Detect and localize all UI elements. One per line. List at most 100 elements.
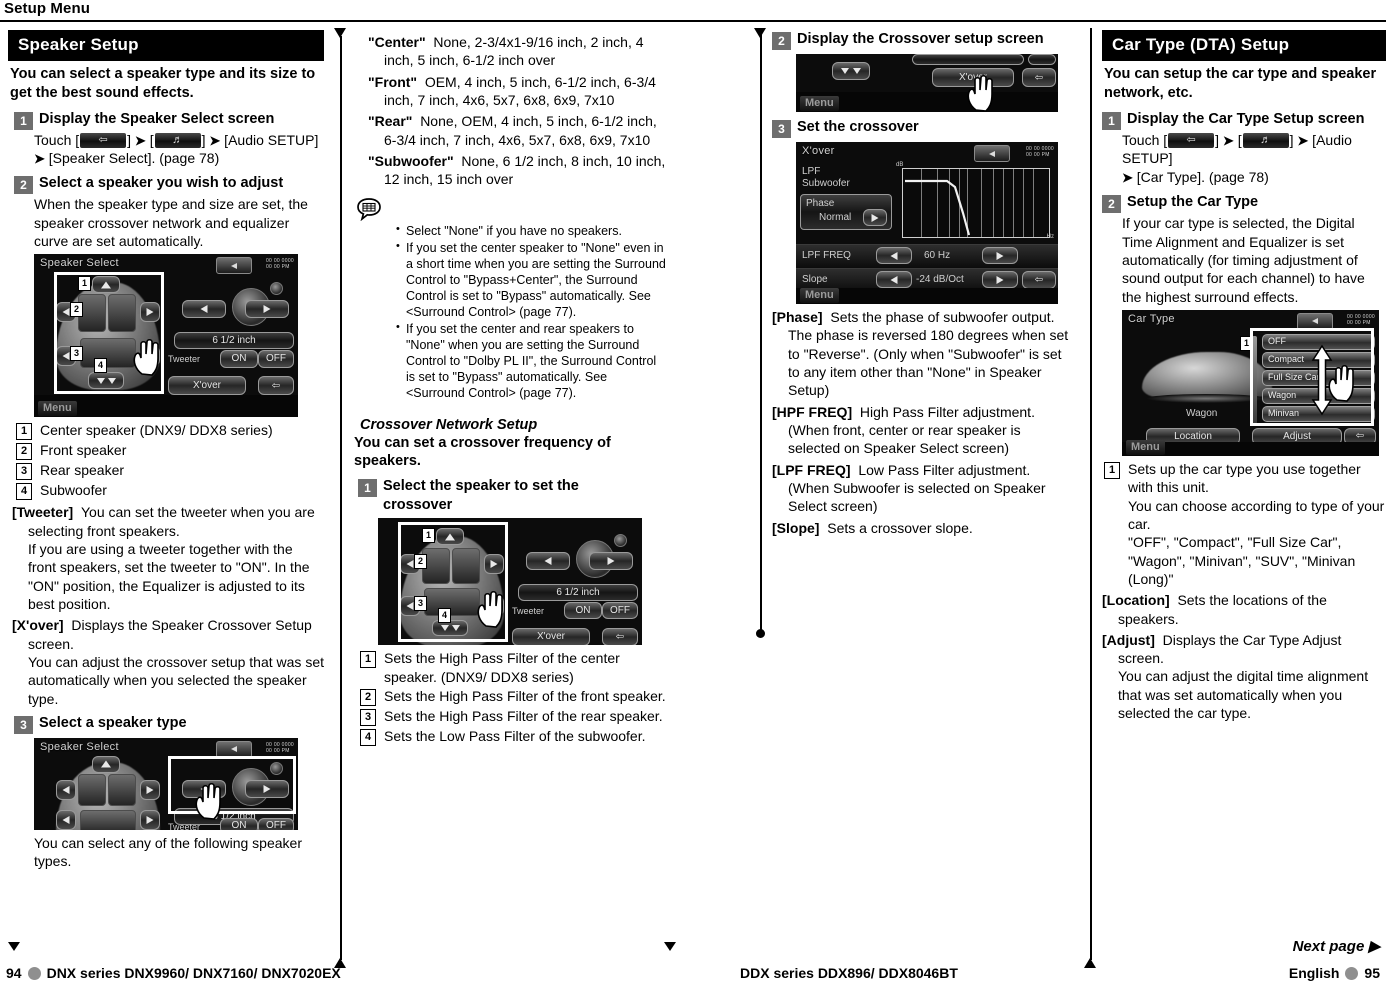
- callout-text: Center speaker (DNX9/ DDX8 series): [40, 422, 273, 439]
- screenshot-xover-entry: X'over ⇦ Menu: [796, 54, 1058, 112]
- status-strip: [1028, 54, 1056, 65]
- tweeter-illustration: [614, 534, 627, 548]
- chevron-right-icon: ➤: [1122, 170, 1133, 186]
- rear-speaker-left-button[interactable]: [56, 809, 76, 830]
- tweeter-label: Tweeter: [168, 821, 201, 830]
- section-intro-speaker-setup: You can select a speaker type and its si…: [10, 66, 316, 102]
- term-key: [Phase]: [772, 309, 823, 325]
- speaker-size-value: 6 1/2 inch: [518, 584, 638, 602]
- tweeter-label: Tweeter: [512, 606, 545, 617]
- list-item: 1 Sets up the car type you use together …: [1102, 460, 1386, 588]
- step-number: 2: [772, 32, 791, 50]
- step-2-body: When the speaker type and size are set, …: [34, 196, 308, 249]
- screenshot-car-type: Car Type 00 00 0000 00 00 PM Wagon OFF Co…: [1122, 309, 1379, 456]
- term-location: [Location] Sets the locations of the spe…: [1102, 591, 1386, 628]
- term-text: OEM, 4 inch, 5 inch, 6-1/2 inch, 6-3/4 i…: [384, 73, 656, 108]
- rear-speaker-right-button[interactable]: [140, 809, 160, 830]
- term-adjust: [Adjust] Displays the Car Type Adjust sc…: [1102, 631, 1386, 723]
- lpf-freq-value: 60 Hz: [924, 250, 951, 261]
- column-divider-b: [754, 28, 767, 638]
- front-speaker-right-button[interactable]: [140, 779, 160, 800]
- phase-control[interactable]: Phase Normal: [800, 194, 892, 230]
- car-type-value: Wagon: [1186, 407, 1218, 419]
- slope-decrease-button[interactable]: [876, 271, 912, 288]
- menu-button[interactable]: Menu: [38, 401, 77, 417]
- touch-prefix: Touch [: [34, 131, 80, 148]
- lpf-freq-label: LPF FREQ: [802, 250, 851, 261]
- list-item: 1 Sets the High Pass Filter of the cente…: [352, 649, 668, 686]
- step-number: 1: [358, 479, 377, 498]
- size-prev-button[interactable]: [182, 300, 226, 319]
- next-page-label: Next page ▶: [1292, 938, 1380, 955]
- step-number: 1: [1102, 111, 1121, 130]
- center-speaker-button[interactable]: [92, 755, 120, 773]
- tweeter-label: Tweeter: [168, 354, 201, 365]
- screen-return-button[interactable]: [216, 257, 252, 275]
- lpf-freq-increase-button[interactable]: [982, 247, 1018, 264]
- speaker-size-value: 6 1/2 inch: [174, 332, 294, 350]
- subwoofer-button[interactable]: [832, 62, 870, 80]
- size-prev-button[interactable]: [526, 552, 570, 571]
- audio-key-icon: ♬: [1242, 132, 1289, 148]
- back-button[interactable]: ⇦: [258, 376, 294, 396]
- menu-button[interactable]: Menu: [800, 96, 839, 111]
- screen-title: Speaker Select: [40, 257, 119, 270]
- column-car-type-setup: Car Type (DTA) Setup You can setup the c…: [1102, 30, 1386, 725]
- tweeter-off-button[interactable]: OFF: [258, 350, 294, 369]
- step-title: Setup the Car Type: [1127, 194, 1259, 211]
- step-number: 2: [14, 176, 33, 195]
- menu-button[interactable]: Menu: [800, 288, 839, 303]
- callout-number: 3: [16, 463, 32, 481]
- step-2-select-speaker: 2 Select a speaker you wish to adjust: [8, 174, 324, 195]
- step-title: Select a speaker type: [39, 714, 187, 731]
- phase-next-button[interactable]: [863, 209, 887, 226]
- column-speaker-setup: Speaker Setup You can select a speaker t…: [8, 30, 324, 873]
- list-item: 4 Subwoofer: [8, 481, 324, 501]
- slope-increase-button[interactable]: [982, 271, 1018, 288]
- callout-number: 3: [360, 709, 376, 727]
- size-next-button[interactable]: [245, 300, 289, 319]
- back-button[interactable]: ⇦: [602, 628, 638, 646]
- seat-front-right: [108, 773, 136, 806]
- callout-text: Sets the High Pass Filter of the center …: [384, 650, 620, 685]
- screenshot-speaker-select-crossover: 1 2 3 4 6 1/2 inch Tweeter ON OFF X'over…: [378, 518, 642, 646]
- axis-db-label: dB: [896, 162, 904, 168]
- term-key: [HPF FREQ]: [772, 403, 853, 420]
- step-2-display-crossover: 2 Display the Crossover setup screen: [772, 30, 1072, 50]
- xover-button[interactable]: X'over: [512, 628, 590, 646]
- page-dot-icon: [1345, 967, 1359, 980]
- step-number: 1: [14, 111, 33, 130]
- step-title: Display the Speaker Select screen: [39, 110, 275, 127]
- tweeter-on-button[interactable]: ON: [564, 602, 602, 620]
- back-button[interactable]: ⇦: [1022, 68, 1056, 87]
- hand-pointer-icon: [133, 339, 159, 377]
- screen-return-button[interactable]: [974, 145, 1010, 162]
- tweeter-on-button[interactable]: ON: [220, 350, 258, 369]
- list-item: 3 Rear speaker: [8, 461, 324, 481]
- callout-text-cont1: You can choose according to type of your…: [1128, 497, 1385, 532]
- axis-hz-label: Hz: [1046, 234, 1054, 240]
- xover-button[interactable]: X'over: [168, 376, 246, 396]
- term-text: Sets a crossover slope.: [827, 519, 973, 536]
- callout-number: 2: [16, 443, 32, 461]
- memo-bubble-icon: [356, 197, 382, 221]
- step-title: Select the speaker to set the crossover: [383, 478, 579, 513]
- term-xover: [X'over] Displays the Speaker Crossover …: [12, 616, 324, 708]
- size-strip: [912, 54, 1024, 65]
- tweeter-off-button[interactable]: OFF: [602, 602, 638, 620]
- lpf-freq-decrease-button[interactable]: [876, 247, 912, 264]
- crossover-graph: [902, 168, 1050, 238]
- screen-clock: 00 00 0000 00 00 PM: [265, 258, 294, 271]
- front-speaker-left-button[interactable]: [56, 779, 76, 800]
- tweeter-off-button[interactable]: OFF: [258, 817, 294, 830]
- column-crossover-setup: 2 Display the Crossover setup screen X'o…: [772, 30, 1072, 540]
- back-button[interactable]: ⇦: [1022, 271, 1056, 289]
- screenshot-speaker-select-2: Speaker Select 00 00 0000 00 00 PM 6 1/2 …: [34, 737, 298, 830]
- menu-button[interactable]: Menu: [1126, 439, 1165, 455]
- highlight-size-area: [168, 755, 296, 814]
- chevron-right-icon: ➤: [1222, 132, 1234, 148]
- size-next-button[interactable]: [589, 552, 633, 571]
- list-item: 2 Sets the High Pass Filter of the front…: [352, 687, 668, 707]
- term-rear-sizes: "Rear" None, OEM, 4 inch, 5 inch, 6-1/2 …: [368, 112, 668, 149]
- term-lpf-freq: [LPF FREQ] Low Pass Filter adjustment. (…: [772, 461, 1072, 516]
